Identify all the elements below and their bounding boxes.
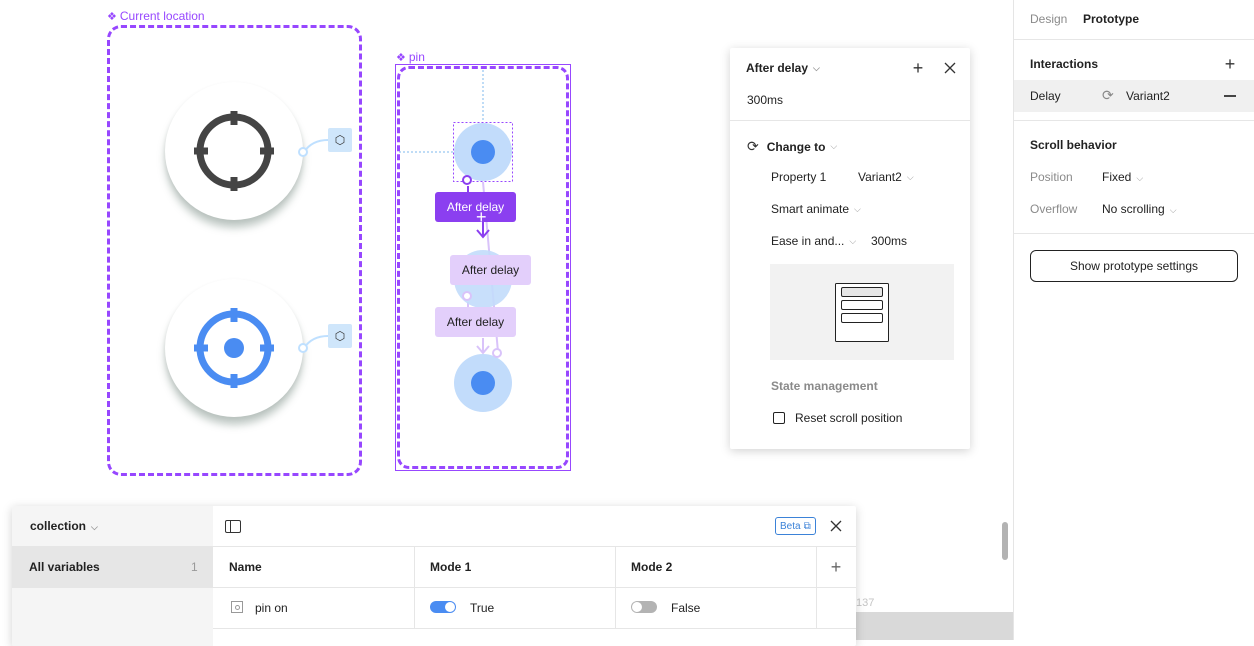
mode-2-toggle[interactable] <box>631 601 657 613</box>
divider <box>1014 39 1254 40</box>
scroll-preview-icon <box>835 283 889 342</box>
interaction-hotspot-icon[interactable]: ⬡ <box>328 324 352 348</box>
animation-dropdown[interactable]: Smart animate ⌵ <box>771 202 861 216</box>
canvas-region <box>856 612 1013 640</box>
chevron-down-icon: ⌵ <box>91 522 98 532</box>
mode-1-value: True <box>470 601 495 615</box>
divider <box>816 546 817 628</box>
delay-input[interactable]: 300ms <box>747 93 783 107</box>
interaction-trigger: Delay <box>1030 89 1061 103</box>
pin-variant-2[interactable] <box>454 354 512 412</box>
close-icon <box>830 520 842 532</box>
divider <box>213 587 856 588</box>
divider <box>213 546 856 547</box>
variable-name[interactable]: pin on <box>255 601 288 615</box>
change-to-icon: ⟳ <box>1102 87 1114 103</box>
add-interaction-icon[interactable]: + <box>476 208 487 226</box>
interactions-heading: Interactions <box>1030 57 1099 71</box>
divider <box>213 628 856 629</box>
flow-start-node[interactable] <box>492 348 502 358</box>
plus-icon: + <box>830 556 842 577</box>
component-icon: ❖ <box>396 51 406 64</box>
animation-preview <box>770 264 954 360</box>
tab-design[interactable]: Design <box>1030 12 1067 26</box>
flow-after-delay[interactable]: After delay <box>435 307 516 337</box>
sidebar-icon <box>225 519 241 533</box>
boolean-variable-icon <box>231 601 243 613</box>
chevron-down-icon: ⌵ <box>906 171 914 182</box>
flow-start-node[interactable] <box>462 175 472 185</box>
frame-label-pin[interactable]: ❖ pin <box>396 50 425 64</box>
mode-2-value: False <box>671 601 701 615</box>
state-management-heading: State management <box>771 379 878 393</box>
minus-icon <box>1224 95 1236 97</box>
change-to-icon: ⟳ <box>747 138 759 154</box>
interaction-target: Variant2 <box>1126 89 1170 103</box>
chevron-down-icon: ⌵ <box>1169 205 1177 215</box>
beta-badge[interactable]: Beta ⧉ <box>775 517 816 535</box>
local-variables-panel: collection ⌵ All variables 1 Beta ⧉ Name M… <box>12 506 856 646</box>
scroll-behavior-heading: Scroll behavior <box>1030 138 1117 152</box>
canvas-scrollbar[interactable] <box>1002 522 1008 560</box>
duration-input[interactable]: 300ms <box>871 234 907 248</box>
action-dropdown[interactable]: ⟳ Change to ⌵ <box>747 138 837 155</box>
interaction-hotspot-icon[interactable]: ⬡ <box>328 128 352 152</box>
chevron-down-icon: ⌵ <box>854 203 861 214</box>
close-popup-button[interactable] <box>940 58 960 78</box>
divider <box>730 120 970 121</box>
divider <box>1014 120 1254 121</box>
remove-interaction-button[interactable] <box>1220 86 1240 106</box>
tab-prototype[interactable]: Prototype <box>1083 12 1139 26</box>
collection-dropdown[interactable]: collection ⌵ <box>30 519 98 533</box>
group-count: 1 <box>191 560 198 574</box>
show-prototype-settings-button[interactable]: Show prototype settings <box>1030 250 1238 282</box>
easing-dropdown[interactable]: Ease in and... ⌵ <box>771 234 856 248</box>
plus-icon: + <box>912 57 924 78</box>
divider <box>414 546 415 628</box>
external-link-icon: ⧉ <box>803 520 811 532</box>
variables-table: Beta ⧉ Name Mode 1 Mode 2 + pin on True F… <box>213 506 856 646</box>
connection-node[interactable] <box>298 343 308 353</box>
position-dropdown[interactable]: Fixed ⌵ <box>1102 170 1143 184</box>
trigger-dropdown[interactable]: After delay ⌵ <box>746 61 820 75</box>
divider <box>1014 233 1254 234</box>
group-all-variables[interactable]: All variables 1 <box>12 546 213 588</box>
column-header-mode-1[interactable]: Mode 1 <box>430 560 471 574</box>
column-header-name[interactable]: Name <box>229 560 262 574</box>
plus-icon: + <box>1224 53 1236 74</box>
flow-start-node[interactable] <box>462 291 472 301</box>
collections-sidebar: collection ⌵ All variables 1 <box>12 506 213 646</box>
pin-variant-1[interactable] <box>454 123 512 181</box>
add-mode-button[interactable]: + <box>826 557 846 577</box>
chevron-down-icon: ⌵ <box>1136 173 1144 183</box>
property-label: Property 1 <box>771 170 827 184</box>
mode-1-toggle[interactable] <box>430 601 456 613</box>
add-action-button[interactable]: + <box>908 58 928 78</box>
property-value-dropdown[interactable]: Variant2 ⌵ <box>858 170 914 184</box>
close-variables-button[interactable] <box>826 516 846 536</box>
overflow-dropdown[interactable]: No scrolling ⌵ <box>1102 202 1177 216</box>
interaction-row[interactable]: Delay ⟳ Variant2 <box>1014 80 1254 112</box>
connection-node[interactable] <box>298 147 308 157</box>
toggle-sidebar-button[interactable] <box>223 517 243 535</box>
column-header-mode-2[interactable]: Mode 2 <box>631 560 672 574</box>
position-label: Position <box>1030 170 1073 184</box>
chevron-down-icon: ⌵ <box>849 235 857 246</box>
properties-panel: Design Prototype Interactions + Delay ⟳ … <box>1013 0 1254 640</box>
reset-scroll-checkbox[interactable]: Reset scroll position <box>773 411 902 425</box>
chevron-down-icon: ⌵ <box>830 141 838 151</box>
flow-after-delay[interactable]: After delay <box>450 255 531 285</box>
add-interaction-button[interactable]: + <box>1220 54 1240 74</box>
divider <box>615 546 616 628</box>
interaction-details-popup: After delay ⌵ + 300ms ⟳ Change to ⌵ Proper… <box>730 48 970 449</box>
coordinate-readout: 137 <box>856 597 875 609</box>
checkbox-icon[interactable] <box>773 412 785 424</box>
chevron-down-icon: ⌵ <box>813 62 820 73</box>
overflow-label: Overflow <box>1030 202 1078 216</box>
close-icon <box>944 62 956 74</box>
